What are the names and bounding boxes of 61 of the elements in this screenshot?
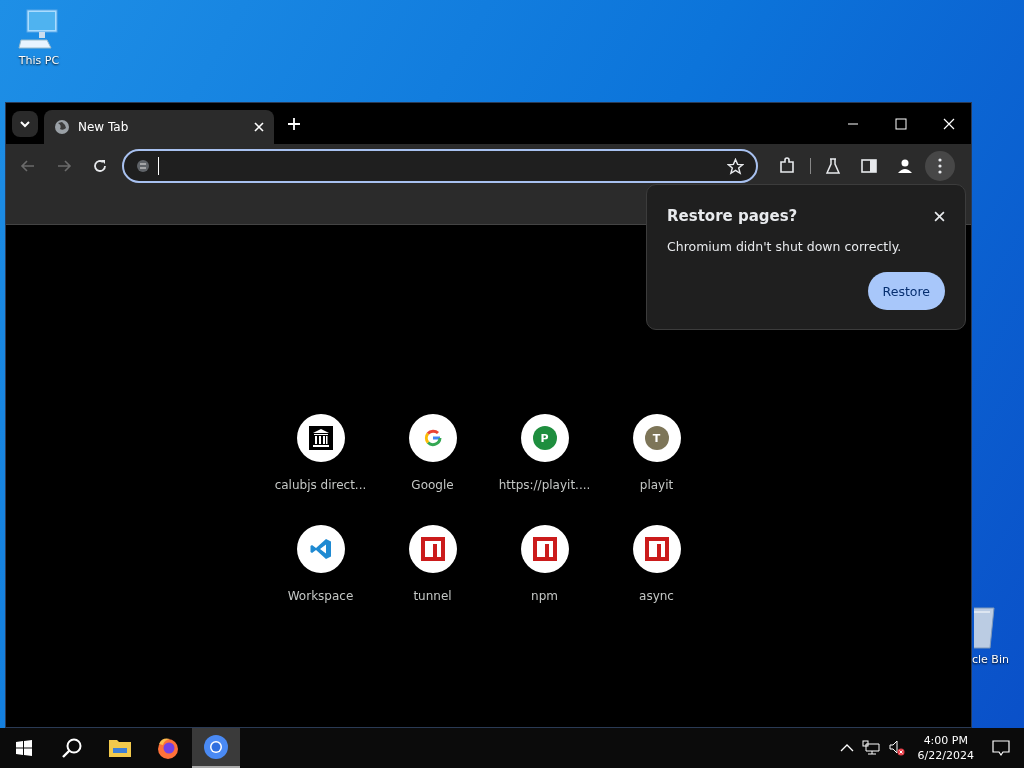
shortcut-tile[interactable]: [408, 414, 457, 462]
recycle-bin-icon[interactable]: [974, 604, 998, 650]
shortcut-label[interactable]: Google: [411, 478, 454, 492]
npm-logo-icon: [644, 537, 669, 561]
shortcut-tile[interactable]: [632, 525, 681, 573]
more-vertical-icon: [938, 158, 942, 174]
code-editor-icon: [308, 537, 333, 561]
reload-icon[interactable]: [92, 158, 108, 174]
google-g-icon: [423, 429, 442, 447]
tab-title: New Tab: [78, 120, 130, 134]
person-icon[interactable]: [897, 158, 913, 174]
flask-icon[interactable]: [825, 158, 841, 174]
windows-logo-icon: [16, 740, 32, 756]
shortcut-tile[interactable]: [408, 525, 457, 573]
page-info-icon: [136, 159, 150, 173]
taskbar-button[interactable]: [192, 728, 240, 768]
npm-logo-icon: [532, 537, 557, 561]
shortcut-tile[interactable]: [296, 525, 345, 573]
speaker-icon[interactable]: [887, 740, 906, 756]
computer-icon[interactable]: [17, 8, 61, 52]
chromium-icon: [203, 734, 229, 760]
search-icon: [61, 737, 83, 759]
building-icon: [308, 426, 333, 450]
shortcut-label[interactable]: async: [639, 589, 674, 603]
shortcut-label[interactable]: https://playit....: [498, 478, 591, 492]
restore-button[interactable]: Restore: [867, 272, 945, 310]
maximize-icon[interactable]: [895, 117, 907, 130]
letter-avatar: T: [644, 426, 669, 450]
globe-icon: [54, 119, 70, 135]
shortcut-tile[interactable]: T: [632, 414, 681, 462]
chevron-down-icon: [19, 119, 31, 128]
shortcut-label[interactable]: calubjs direct...: [274, 478, 367, 492]
network-icon[interactable]: [861, 740, 880, 756]
desktop-icon-label[interactable]: cle Bin: [972, 653, 1009, 666]
letter-avatar: P: [532, 426, 557, 450]
chevron-up-icon[interactable]: [839, 744, 854, 752]
notification-icon[interactable]: [992, 739, 1010, 757]
menu-button[interactable]: [925, 151, 955, 181]
side-panel-icon[interactable]: [861, 158, 877, 174]
address-bar[interactable]: [122, 149, 758, 183]
npm-logo-icon: [420, 537, 445, 561]
new-tab-icon[interactable]: [288, 117, 300, 130]
shortcut-tile[interactable]: [520, 525, 569, 573]
clock-time[interactable]: 4:00 PM: [923, 734, 968, 747]
clock-date[interactable]: 6/22/2024: [917, 749, 974, 762]
tab-search-button[interactable]: [12, 110, 38, 137]
shortcut-label[interactable]: npm: [531, 589, 558, 603]
desktop-icon-label[interactable]: This PC: [18, 54, 60, 67]
close-icon[interactable]: [934, 210, 945, 222]
shortcut-tile[interactable]: [296, 414, 345, 462]
dialog-message: Chromium didn't shut down correctly.: [667, 239, 903, 254]
shortcut-tile[interactable]: P: [520, 414, 569, 462]
folder-icon: [108, 738, 132, 758]
puzzle-icon[interactable]: [778, 157, 796, 175]
fox-globe-icon: [156, 736, 180, 760]
shortcut-label[interactable]: Workspace: [287, 589, 354, 603]
shortcut-label[interactable]: tunnel: [413, 589, 452, 603]
star-icon[interactable]: [727, 157, 744, 175]
browser-tab[interactable]: New Tab: [44, 110, 274, 144]
dialog-title: Restore pages?: [667, 207, 798, 225]
shortcut-label[interactable]: playit: [639, 478, 674, 492]
